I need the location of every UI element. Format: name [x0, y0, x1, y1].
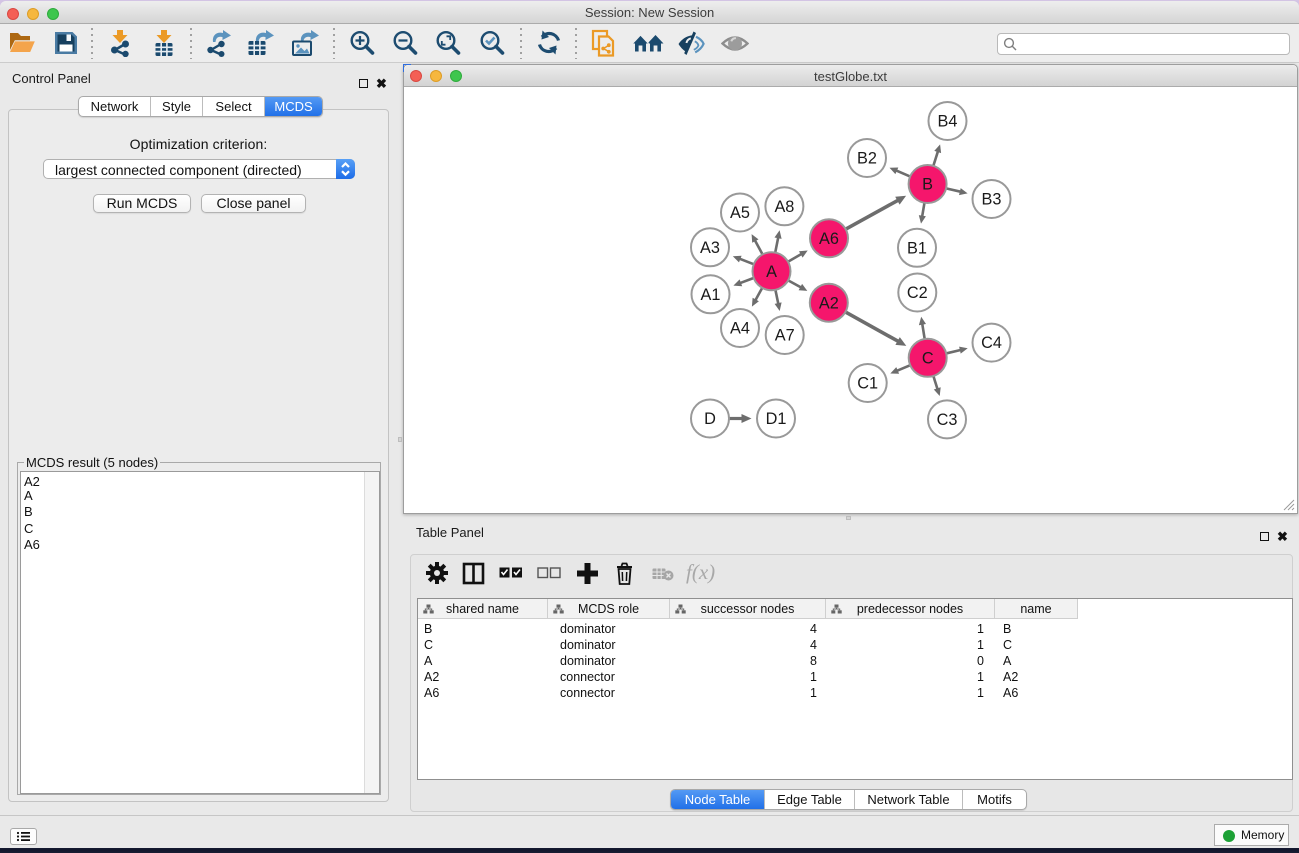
svg-text:A3: A3	[700, 239, 720, 257]
svg-text:A2: A2	[819, 294, 839, 312]
svg-text:A7: A7	[775, 327, 795, 345]
svg-text:B2: B2	[857, 150, 877, 168]
svg-text:C4: C4	[981, 334, 1002, 352]
svg-text:C1: C1	[857, 375, 878, 393]
svg-text:A1: A1	[701, 286, 721, 304]
svg-text:C2: C2	[907, 284, 928, 302]
svg-text:C3: C3	[937, 411, 958, 429]
svg-text:C: C	[922, 349, 934, 367]
svg-text:A5: A5	[730, 204, 750, 222]
svg-text:B3: B3	[982, 191, 1002, 209]
svg-text:A6: A6	[819, 230, 839, 248]
svg-text:D: D	[704, 410, 716, 428]
svg-text:A: A	[766, 263, 777, 281]
svg-text:D1: D1	[766, 410, 787, 428]
svg-text:B: B	[922, 176, 933, 194]
svg-text:A4: A4	[730, 320, 750, 338]
svg-text:A8: A8	[774, 198, 794, 216]
svg-text:B1: B1	[907, 239, 927, 257]
svg-text:B4: B4	[938, 113, 958, 131]
